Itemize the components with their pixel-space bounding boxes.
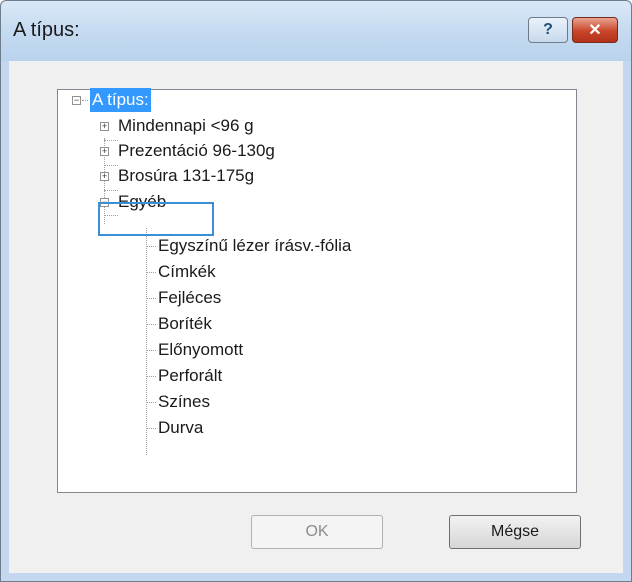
tree-item-label: Boríték [158,314,212,333]
tree-line [146,324,156,325]
tree-item-label: Prezentáció 96-130g [118,141,275,160]
tree-line [146,350,156,351]
focus-rectangle [98,202,214,236]
expand-icon[interactable]: + [100,122,109,131]
window-title: A típus: [13,19,80,41]
tree-line [146,376,156,377]
tree-line [104,140,118,141]
tree-item-label: Fejléces [158,288,222,307]
help-icon: ? [543,21,553,38]
expand-icon[interactable]: + [100,147,109,156]
tree-line [104,190,118,191]
tree-line [146,428,156,429]
expand-icon[interactable]: + [100,172,109,181]
tree-item-label: Egyszínű lézer írásv.-fólia [158,236,352,255]
tree-item-label: Mindennapi <96 g [118,116,254,135]
tree-line [82,100,88,101]
tree-line [104,165,118,166]
tree-line [146,402,156,403]
tree-line [146,228,147,455]
tree-item-label: Címkék [158,262,216,281]
ok-button[interactable]: OK [251,515,383,549]
tree-item-label: Színes [158,392,210,411]
cancel-button[interactable]: Mégse [449,515,581,549]
help-button[interactable]: ? [528,17,568,43]
dialog-window: A típus: ? ✕ − A típus: + Mindennapi <96… [0,0,632,582]
tree-line [146,272,156,273]
tree-item-label: Durva [158,418,204,437]
close-icon: ✕ [588,22,602,39]
title-bar[interactable]: A típus: ? ✕ [1,1,631,61]
tree-item-label: Perforált [158,366,223,385]
close-button[interactable]: ✕ [572,17,618,43]
tree-item-label: Brosúra 131-175g [118,166,255,185]
tree-line [146,246,156,247]
tree-item-label: Előnyomott [158,340,244,359]
dialog-body: − A típus: + Mindennapi <96 g + Prezentá… [9,61,623,573]
tree-line [146,298,156,299]
collapse-icon[interactable]: − [72,96,81,105]
paper-type-tree[interactable]: − A típus: + Mindennapi <96 g + Prezentá… [57,88,577,493]
tree-root-label: A típus: [90,88,151,112]
